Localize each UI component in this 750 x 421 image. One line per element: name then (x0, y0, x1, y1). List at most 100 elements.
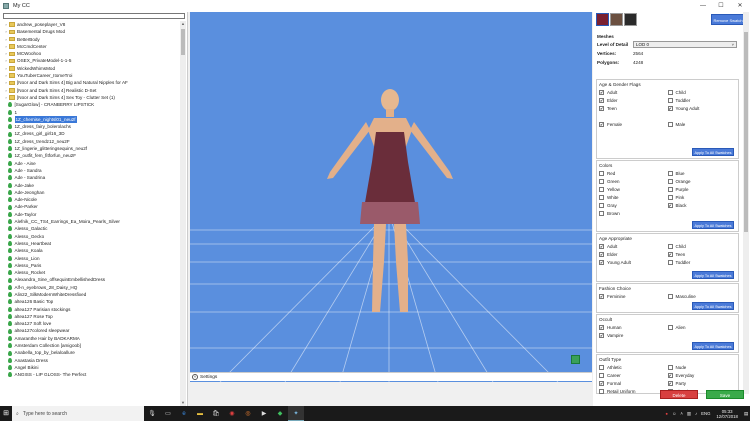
checkbox-human[interactable]: ✔ Human (599, 324, 668, 330)
settings-label[interactable]: Settings (200, 375, 217, 380)
checkbox-box[interactable] (667, 243, 673, 249)
checkbox-box[interactable] (599, 372, 604, 378)
swatch-thumbnail[interactable] (610, 13, 623, 26)
apply-to-all-swatches-button[interactable]: Apply To All Swatches (692, 221, 734, 229)
checkbox-pink[interactable]: Pink (667, 194, 737, 200)
tree-package-item[interactable]: altea127 Parisian stockings (3, 306, 179, 313)
checkbox-feminine[interactable]: ✔ Feminine (599, 293, 668, 299)
checkbox-box[interactable] (667, 178, 673, 184)
tree-folder-item[interactable]: › OSEX_PrivateModel-1-1-5 (3, 57, 179, 64)
checkmark-icon[interactable]: ✔ (667, 251, 673, 257)
checkbox-box[interactable] (599, 210, 604, 216)
taskbar-search-box[interactable]: ⌕ Type here to search (12, 406, 144, 421)
checkbox-career[interactable]: Career (599, 372, 668, 378)
tree-package-item[interactable]: ANGISS - LIP GLOSS- The Perfect (3, 371, 179, 378)
tree-folder-item[interactable]: › [Noor and Dark Sims 4] Sex Toy - Clutte… (3, 94, 179, 101)
lod-select[interactable]: LOD 0 ˅ (633, 41, 737, 48)
tree-package-item[interactable]: Alesso_Rocket (3, 269, 179, 276)
tree-package-item[interactable]: 1Z_dress_fairy_bolerolachs (3, 123, 179, 130)
sims-app-icon[interactable]: ◆ (272, 406, 288, 421)
chrome-icon[interactable]: ◉ (224, 406, 240, 421)
checkbox-blue[interactable]: Blue (667, 170, 737, 176)
checkmark-icon[interactable]: ✔ (667, 105, 673, 111)
tree-package-item[interactable]: Alefnik_CC_TS4_Earrings_Ea_Moira_Pearls_… (3, 218, 179, 225)
checkbox-gray[interactable]: Gray (599, 202, 668, 208)
tree-package-item[interactable]: Ade-Nicole (3, 196, 179, 203)
tree-package-item[interactable]: 1Z_lingerie_glitteringsequins_neu2f (3, 145, 179, 152)
tree-package-item[interactable]: Amsterdam Collection [amigoob] (3, 342, 179, 349)
checkbox-elder[interactable]: ✔ Elder (599, 251, 668, 257)
apply-to-all-swatches-button[interactable]: Apply To All Swatches (692, 302, 734, 310)
checkbox-box[interactable] (599, 178, 604, 184)
scroll-up-icon[interactable]: ▲ (180, 21, 186, 27)
volume-icon[interactable]: ♪ (695, 411, 697, 416)
checkbox-young-adult[interactable]: ✔ Young Adult (667, 105, 737, 111)
tree-folder-item[interactable]: › MCWoohoo (3, 50, 179, 57)
checkbox-box[interactable] (667, 324, 673, 330)
tree-folder-item[interactable]: › [Noor and Dark Sims 4] Realistic D-Set (3, 87, 179, 94)
checkmark-icon[interactable]: ✔ (599, 121, 604, 127)
remove-swatch-button[interactable]: Remove Swatch (711, 14, 745, 25)
origin-icon[interactable]: ◎ (240, 406, 256, 421)
network-icon[interactable]: ▥ (687, 411, 691, 417)
tree-package-item[interactable]: Alesso_Gecko (3, 233, 179, 240)
tree-package-item[interactable]: 1Z_chemise_nightsl01_neu2f (3, 115, 179, 124)
checkmark-icon[interactable]: ✔ (599, 259, 604, 265)
checkmark-icon[interactable]: ✔ (599, 380, 604, 386)
tree-package-item[interactable]: Ade-Taylor (3, 211, 179, 218)
tree-package-item[interactable]: Alesso_Koala (3, 247, 179, 254)
tree-package-item[interactable]: 1Z_dress_trendz12_neu2F (3, 138, 179, 145)
tree-package-item[interactable]: Ade - Sandrina (3, 174, 179, 181)
checkbox-alien[interactable]: Alien (667, 324, 737, 330)
task-view-icon[interactable]: ▭ (160, 406, 176, 421)
edge-icon[interactable]: e (176, 406, 192, 421)
reset-camera-icon[interactable] (571, 355, 580, 364)
checkbox-white[interactable]: White (599, 194, 668, 200)
scrollbar-thumb[interactable] (181, 29, 185, 55)
checkbox-masculine[interactable]: Masculine (667, 293, 737, 299)
tree-package-item[interactable]: Alf-n_eyebrows_28_Daisy_HQ (3, 284, 179, 291)
checkbox-young-adult[interactable]: ✔ Young Adult (599, 259, 668, 265)
store-icon[interactable]: 🛍 (208, 406, 224, 421)
tree-package-item[interactable]: [SugarGlow] - CRANBERRY LIPSTICK (3, 101, 179, 108)
delete-button[interactable]: Delete (660, 390, 698, 399)
tree-package-item[interactable]: Alesso_Heartbeat (3, 240, 179, 247)
checkbox-red[interactable]: Red (599, 170, 668, 176)
apply-to-all-swatches-button[interactable]: Apply To All Swatches (692, 271, 734, 279)
checkbox-box[interactable] (667, 97, 673, 103)
checkbox-box[interactable] (599, 202, 604, 208)
checkbox-retail-uniform[interactable]: Retail Uniform (599, 388, 668, 394)
checkbox-box[interactable] (599, 170, 604, 176)
swatch-thumbnail[interactable] (596, 13, 609, 26)
checkmark-icon[interactable]: ✔ (667, 380, 673, 386)
checkbox-purple[interactable]: Purple (667, 186, 737, 192)
tree-folder-item[interactable]: › YouTuberCareer_ItomeTroi (3, 72, 179, 79)
save-button[interactable]: Save (706, 390, 744, 399)
checkbox-box[interactable] (667, 170, 673, 176)
s4pe-app-icon[interactable]: ✦ (288, 406, 304, 421)
swatch-thumbnail[interactable] (624, 13, 637, 26)
checkbox-box[interactable] (667, 89, 673, 95)
close-button[interactable]: ✕ (731, 0, 749, 12)
checkbox-box[interactable] (599, 194, 604, 200)
checkbox-adult[interactable]: ✔ Adult (599, 89, 668, 95)
checkmark-icon[interactable]: ✔ (599, 97, 604, 103)
checkbox-box[interactable] (599, 388, 604, 394)
tree-package-item[interactable]: Anabella_top_by_belaloallure (3, 349, 179, 356)
notifications-icon[interactable]: ▤ (744, 411, 748, 417)
file-explorer-icon[interactable]: ▬ (192, 406, 208, 421)
checkbox-black[interactable]: ✔ Black (667, 202, 737, 208)
tree-package-item[interactable]: 1Z_dress_girl_girl16_3D (3, 130, 179, 137)
tree-package-item[interactable]: Amaranthe Hair by BADKARMA (3, 335, 179, 342)
checkmark-icon[interactable]: ✔ (599, 324, 604, 330)
checkmark-icon[interactable]: ✔ (667, 372, 673, 378)
tree-package-item[interactable]: altea126 Basic Top (3, 298, 179, 305)
tree-package-item[interactable]: altea127 Rose Top (3, 313, 179, 320)
checkmark-icon[interactable]: ✔ (667, 202, 673, 208)
tree-folder-item[interactable]: › McCmdCenter (3, 43, 179, 50)
tree-package-item[interactable]: 1 (3, 109, 179, 116)
language-indicator[interactable]: ENG (701, 411, 710, 416)
checkbox-teen[interactable]: ✔ Teen (599, 105, 668, 111)
maximize-button[interactable]: ☐ (712, 0, 730, 12)
checkbox-green[interactable]: Green (599, 178, 668, 184)
